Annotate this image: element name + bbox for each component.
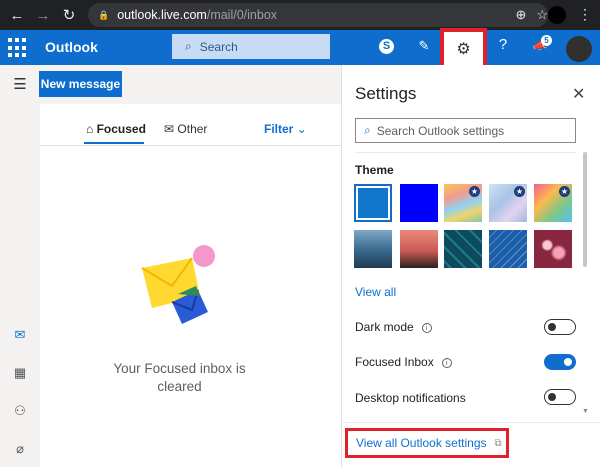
focused-inbox-row: Focused Inbox i	[355, 355, 452, 369]
settings-gear-button[interactable]: ⚙	[440, 28, 487, 70]
tab-focused-label: Focused	[96, 122, 146, 136]
theme-heading: Theme	[355, 163, 394, 177]
tab-other[interactable]: ✉ Other	[164, 122, 207, 136]
browser-menu-icon[interactable]: ⋮	[578, 6, 592, 23]
desktop-notifications-toggle[interactable]	[544, 389, 576, 405]
info-icon[interactable]: i	[441, 358, 452, 368]
focused-inbox-label: Focused Inbox	[355, 355, 434, 369]
forward-button[interactable]: →	[32, 4, 54, 26]
info-icon[interactable]: i	[421, 323, 432, 333]
address-actions: ⊕ ☆	[515, 7, 548, 23]
browser-profile-avatar[interactable]	[548, 6, 566, 24]
empty-state-text: Your Focused inbox is cleared	[113, 361, 246, 394]
close-icon[interactable]: ✕	[572, 84, 585, 104]
theme-swatch-blueprint[interactable]	[489, 230, 527, 268]
theme-swatch-rainbow[interactable]: ★	[444, 184, 482, 222]
open-external-icon: ⧉	[494, 437, 502, 449]
skype-icon[interactable]: S	[379, 39, 394, 54]
help-icon[interactable]: ?	[493, 36, 513, 53]
lock-icon: 🔒	[98, 9, 110, 20]
view-all-outlook-settings-link[interactable]: View all Outlook settings ⧉	[345, 428, 509, 458]
search-icon: ⌕	[364, 123, 371, 137]
star-icon: ★	[469, 186, 480, 197]
people-icon[interactable]: ⚇	[0, 403, 40, 419]
empty-inbox-illustration	[141, 245, 215, 324]
desktop-notifications-row: Desktop notifications	[355, 391, 466, 405]
app-title[interactable]: Outlook	[45, 39, 98, 55]
search-icon: ⌕	[185, 39, 192, 53]
scroll-down-icon[interactable]: ▼	[582, 408, 589, 415]
view-all-settings-label: View all Outlook settings	[356, 436, 487, 450]
star-icon: ★	[559, 186, 570, 197]
filter-label: Filter	[264, 122, 294, 136]
search-box[interactable]: ⌕ Search	[172, 34, 330, 59]
view-all-themes-link[interactable]: View all	[355, 285, 396, 299]
filter-button[interactable]: Filter ⌄	[264, 122, 307, 136]
url-host: outlook.live.com	[117, 8, 207, 22]
star-icon: ★	[514, 186, 525, 197]
reload-button[interactable]: ↻	[58, 4, 80, 26]
settings-scrollbar[interactable]	[583, 152, 587, 267]
list-divider	[40, 145, 341, 146]
bookmark-star-icon[interactable]: ☆	[536, 7, 548, 23]
theme-swatch-unicorn[interactable]: ★	[489, 184, 527, 222]
notification-count-badge: 5	[541, 35, 552, 46]
theme-swatch-balloons[interactable]: ★	[534, 184, 572, 222]
theme-swatch-ocean[interactable]	[354, 230, 392, 268]
dark-mode-label: Dark mode	[355, 320, 414, 334]
add-icon[interactable]: ⊕	[515, 7, 526, 23]
settings-search-placeholder: Search Outlook settings	[376, 123, 505, 138]
theme-swatch-bokeh[interactable]	[534, 230, 572, 268]
chevron-down-icon: ⌄	[296, 122, 307, 136]
theme-swatch-palms[interactable]	[400, 230, 438, 268]
calendar-icon[interactable]: ▦	[0, 365, 40, 381]
theme-swatch-blue[interactable]	[354, 184, 392, 222]
settings-footer-divider	[341, 422, 600, 423]
new-message-button[interactable]: New message	[39, 71, 122, 97]
attachment-icon[interactable]: ⌀	[0, 441, 40, 457]
dark-mode-toggle[interactable]	[544, 319, 576, 335]
tab-other-label: Other	[177, 122, 208, 136]
settings-search-input[interactable]: ⌕ Search Outlook settings	[355, 118, 576, 143]
pink-dot-shape	[193, 245, 215, 267]
address-bar[interactable]: 🔒 outlook.live.com/mail/0/inbox	[88, 3, 548, 27]
app-launcher-icon[interactable]	[8, 38, 28, 58]
desktop-notifications-label: Desktop notifications	[355, 391, 466, 405]
url-path: /mail/0/inbox	[206, 8, 278, 22]
mail-icon[interactable]: ✉	[0, 327, 40, 343]
focused-inbox-toggle[interactable]	[544, 354, 576, 370]
settings-title: Settings	[355, 84, 417, 103]
browser-toolbar: ← → ↻ 🔒 outlook.live.com/mail/0/inbox ⊕ …	[0, 0, 600, 30]
inbox-tray-icon: ⌂	[86, 122, 94, 136]
left-rail: ☰ ✉ ▦ ⚇ ⌀	[0, 65, 40, 467]
tab-focused[interactable]: ⌂ Focused	[86, 122, 146, 136]
compose-icon[interactable]: ✎	[414, 38, 434, 54]
active-tab-indicator	[84, 142, 144, 144]
theme-swatch-deep-blue[interactable]	[400, 184, 438, 222]
nav-menu-icon[interactable]: ☰	[0, 75, 40, 93]
envelope-icon: ✉	[164, 122, 175, 136]
back-button[interactable]: ←	[6, 4, 28, 26]
search-placeholder: Search	[199, 39, 238, 54]
gear-icon: ⚙	[456, 41, 471, 58]
account-avatar[interactable]	[566, 36, 592, 62]
dark-mode-row: Dark mode i	[355, 320, 432, 334]
settings-divider	[355, 152, 576, 153]
theme-swatch-circuit[interactable]	[444, 230, 482, 268]
